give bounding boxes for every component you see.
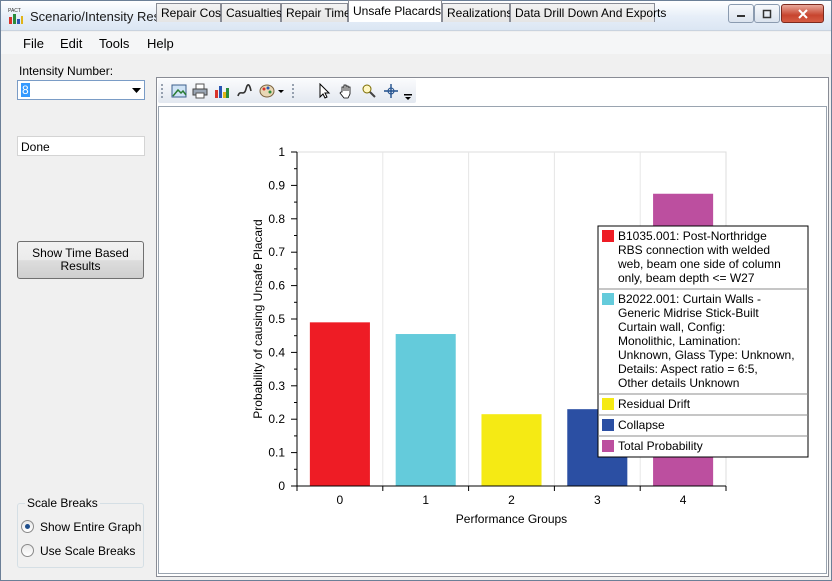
x-tick-label: 3 [594,493,601,507]
close-button[interactable] [781,4,824,23]
intensity-number-dropdown[interactable]: 8 [17,80,145,100]
chart-toolbar [158,79,416,103]
y-tick-label: 0.3 [268,379,285,393]
y-tick-label: 0.9 [268,178,285,192]
show-entire-graph-label[interactable]: Show Entire Graph [40,520,141,534]
legend-swatch [602,230,614,242]
legend-entry-text: Generic Midrise Stick-Built [618,306,759,320]
show-time-based-results-button[interactable]: Show Time Based Results [17,241,144,279]
crosshair-icon[interactable] [383,83,399,99]
unsafe-placards-chart: 0 0.1 0.2 0.3 0.4 0.5 0.6 0.7 0.8 0.9 1 0 1 2 3 4 Prob… [251,145,809,526]
image-icon[interactable] [171,83,187,99]
x-tick-label: 4 [680,493,687,507]
toolbar-overflow-icon[interactable] [404,94,412,100]
legend-entry-text: web, beam one side of column [617,257,781,271]
app-icon-label: PACT [8,8,21,14]
y-axis-label: Probability of causing Unsafe Placard [251,219,265,418]
pan-icon[interactable] [338,83,354,99]
menu-tools[interactable]: Tools [99,36,129,51]
x-tick-labels: 0 1 2 3 4 [296,486,727,507]
bar-group-1[interactable] [395,334,456,486]
x-tick-label: 1 [422,493,429,507]
close-icon [797,8,808,19]
y-tick-label: 0.1 [268,446,285,460]
results-window: PACT Scenario/Intensity Results - Unsave… [0,0,832,581]
legend-swatch [602,440,614,452]
chart-type-icon[interactable] [214,83,230,99]
legend-entry-text: RBS connection with welded [618,243,770,257]
legend-entry-text: Collapse [618,418,665,432]
toolbar-grip[interactable] [160,82,164,100]
y-tick-label: 0.6 [268,279,285,293]
hand-draw-icon[interactable] [236,83,252,99]
tab-realizations[interactable]: Realizations [442,3,512,22]
palette-icon[interactable] [259,83,275,99]
y-tick-label: 0.5 [268,312,285,326]
chart-legend: B1035.001: Post-NorthridgeRBS connection… [597,225,809,458]
bar-group-2[interactable] [481,414,542,486]
legend-swatch [602,398,614,410]
legend-entry-text: B1035.001: Post-Northridge [618,229,767,243]
menu-file[interactable]: File [23,36,44,51]
minimize-icon [737,14,745,17]
chart-panel: 0 0.1 0.2 0.3 0.4 0.5 0.6 0.7 0.8 0.9 1 0 1 2 3 4 Prob… [158,106,827,574]
scale-breaks-group [17,503,144,568]
tab-casualties[interactable]: Casualties [221,3,282,22]
y-tick-label: 0.8 [268,212,285,226]
tab-repair-cost[interactable]: Repair Cost [156,3,224,22]
tab-repair-time[interactable]: Repair Time [281,3,351,22]
legend-entry-text: Total Probability [618,439,703,453]
y-tick-label: 0.2 [268,412,285,426]
intensity-number-value: 8 [21,83,30,97]
tab-data-drill-down-and-exports[interactable]: Data Drill Down And Exports [510,3,666,22]
chevron-down-icon [132,88,141,93]
menu-bar: File Edit Tools Help [1,32,831,54]
show-entire-graph-radio[interactable] [21,520,34,533]
y-tick-label: 0.4 [268,345,285,359]
legend-entry-text: only, beam depth <= W27 [618,271,755,285]
bar-group-0[interactable] [309,322,370,486]
legend-swatch [602,293,614,305]
minimize-button[interactable] [728,4,754,23]
x-tick-label: 2 [508,493,515,507]
legend-entry-text: Other details Unknown [618,376,739,390]
x-tick-label: 0 [337,493,344,507]
time-button-line2: Results [60,259,101,273]
legend-entry-text: Monolithic, Lamination: [618,334,741,348]
app-icon: PACT [8,8,23,24]
y-tick-label: 0 [278,479,285,493]
zoom-icon[interactable] [361,83,377,99]
legend-entry-text: Curtain wall, Config: [618,320,725,334]
maximize-icon [762,9,772,18]
menu-help[interactable]: Help [147,36,174,51]
toolbar-separator [292,84,294,98]
maximize-button[interactable] [754,4,780,23]
intensity-number-label: Intensity Number: [19,64,114,78]
x-axis-label: Performance Groups [456,512,567,526]
pointer-icon[interactable] [316,83,332,99]
scale-breaks-title: Scale Breaks [25,496,100,510]
legend-entry-text: Details: Aspect ratio = 6:5, [618,362,758,376]
y-tick-labels: 0 0.1 0.2 0.3 0.4 0.5 0.6 0.7 0.8 0.9 1 [268,145,297,493]
use-scale-breaks-radio[interactable] [21,544,34,557]
print-icon[interactable] [192,83,208,99]
legend-entry-text: Unknown, Glass Type: Unknown, [618,348,795,362]
tab-unsafe-placards[interactable]: Unsafe Placards [348,0,442,22]
y-tick-label: 0.7 [268,245,285,259]
status-field: Done [17,136,145,156]
legend-entry-text: Residual Drift [618,397,691,411]
palette-dropdown-icon[interactable] [278,90,284,94]
legend-entry-text: B2022.001: Curtain Walls - [618,292,761,306]
y-tick-label: 1 [278,145,285,159]
use-scale-breaks-label[interactable]: Use Scale Breaks [40,544,135,558]
legend-swatch [602,419,614,431]
menu-edit[interactable]: Edit [60,36,82,51]
